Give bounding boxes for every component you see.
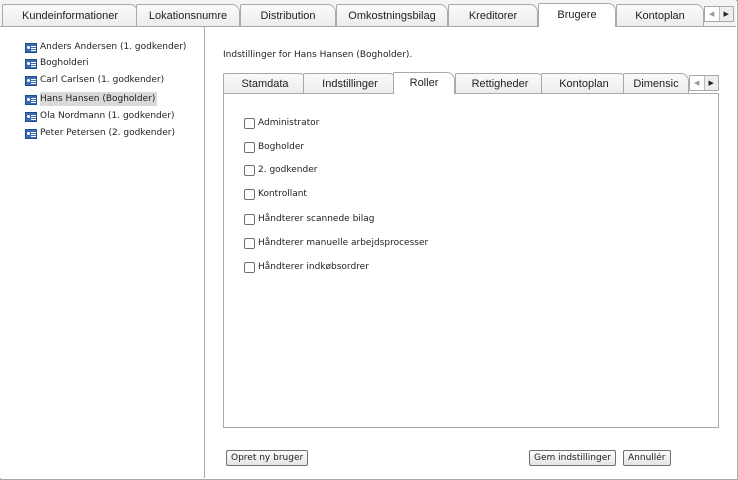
user-item[interactable]: Anders Andersen (1. godkender) (40, 40, 188, 54)
user-icon (25, 112, 37, 122)
tab-brugere[interactable]: Brugere (538, 3, 616, 27)
scroll-left-icon[interactable]: ◀ (690, 76, 704, 90)
role-checkbox[interactable] (244, 261, 255, 273)
tab-rettigheder[interactable]: Rettigheder (455, 73, 545, 93)
role-label: Håndterer manuelle arbejdsprocesser (258, 238, 429, 248)
tab-indstillinger[interactable]: Indstillinger (303, 73, 397, 93)
user-item[interactable]: Ola Nordmann (1. godkender) (40, 109, 177, 123)
role-label: Håndterer scannede bilag (258, 214, 375, 224)
role-checkbox[interactable] (244, 237, 255, 249)
scroll-right-icon[interactable]: ▶ (718, 7, 733, 21)
user-icon (25, 59, 37, 69)
tab-kundeinformationer[interactable]: Kundeinformationer (2, 4, 138, 26)
user-item[interactable]: Peter Petersen (2. godkender) (40, 126, 177, 140)
tab-stamdata[interactable]: Stamdata (223, 73, 307, 93)
tab-dimensioner[interactable]: Dimensic (623, 73, 689, 93)
save-settings-button[interactable]: Gem indstillinger (529, 450, 616, 466)
role-label: Håndterer indkøbsordrer (258, 262, 369, 272)
role-checkbox[interactable] (244, 141, 255, 153)
tab-kreditorer[interactable]: Kreditorer (448, 4, 538, 26)
role-option[interactable]: 2. godkender (244, 163, 317, 177)
role-label: Kontrollant (258, 189, 307, 199)
role-option[interactable]: Bogholder (244, 140, 304, 154)
tab-kontoplan[interactable]: Kontoplan (616, 4, 704, 26)
user-icon (25, 129, 37, 139)
user-item[interactable]: Carl Carlsen (1. godkender) (40, 73, 166, 87)
role-checkbox[interactable] (244, 213, 255, 225)
tab-kontoplan-sub[interactable]: Kontoplan (541, 73, 627, 93)
user-icon (25, 43, 37, 53)
role-label: Administrator (258, 118, 320, 128)
tab-lokationsnumre[interactable]: Lokationsnumre (136, 4, 240, 26)
role-checkbox[interactable] (244, 164, 255, 176)
user-item[interactable]: Bogholderi (40, 56, 91, 70)
sub-tab-scroll-buttons: ◀ ▶ (689, 75, 719, 91)
user-item-selected[interactable]: Hans Hansen (Bogholder) (40, 92, 158, 106)
top-tab-bar: Kundeinformationer Lokationsnumre Distri… (0, 0, 736, 27)
tab-omkostningsbilag[interactable]: Omkostningsbilag (336, 4, 448, 26)
user-icon (25, 95, 37, 105)
user-icon (25, 76, 37, 86)
role-checkbox[interactable] (244, 117, 255, 129)
cancel-button[interactable]: Annullér (623, 450, 671, 466)
tab-roller[interactable]: Roller (393, 72, 455, 94)
role-label: Bogholder (258, 142, 305, 152)
scroll-left-icon[interactable]: ◀ (705, 7, 719, 21)
role-option[interactable]: Administrator (244, 116, 319, 130)
page-title: Indstillinger for Hans Hansen (Bogholder… (223, 50, 413, 60)
role-label: 2. godkender (258, 165, 318, 175)
create-user-button[interactable]: Opret ny bruger (226, 450, 309, 466)
scroll-right-icon[interactable]: ▶ (703, 76, 718, 90)
tab-scroll-buttons: ◀ ▶ (704, 6, 734, 22)
role-option[interactable]: Kontrollant (244, 187, 307, 201)
role-option[interactable]: Håndterer indkøbsordrer (244, 260, 369, 274)
role-option[interactable]: Håndterer manuelle arbejdsprocesser (244, 236, 428, 250)
role-option[interactable]: Håndterer scannede bilag (244, 212, 375, 226)
role-checkbox[interactable] (244, 188, 255, 200)
tab-distribution[interactable]: Distribution (240, 4, 336, 26)
